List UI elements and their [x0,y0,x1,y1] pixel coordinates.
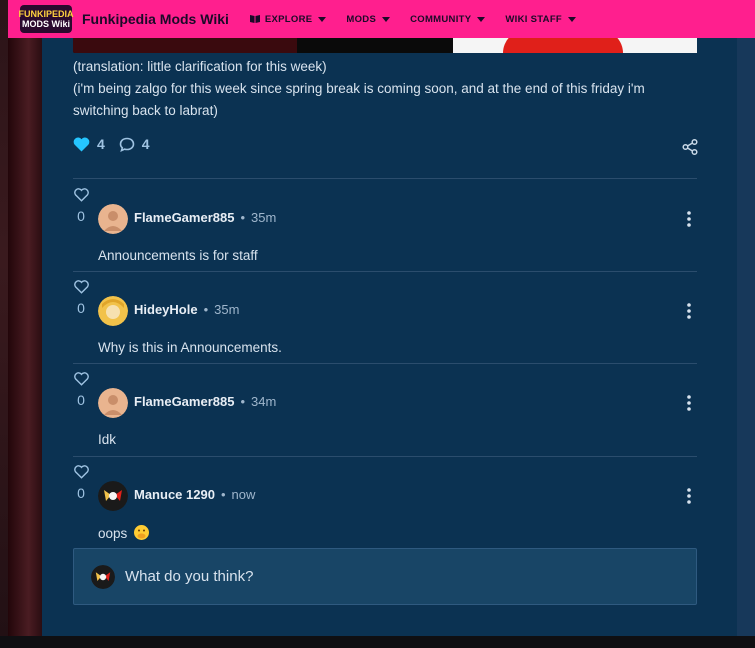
logo-line-1: FUNKIPEDIA [18,9,74,19]
nav-wiki-staff-label: WIKI STAFF [505,13,563,25]
reply-input[interactable]: What do you think? [73,548,697,605]
avatar[interactable] [98,481,128,511]
heart-filled-icon [73,137,90,151]
comment-author[interactable]: HideyHole [134,302,198,317]
post-text-line-2: (i'm being zalgo for this week since spr… [73,81,645,118]
post-like-button[interactable]: 4 [73,136,105,152]
nav-wiki-staff[interactable]: WIKI STAFF [505,13,577,25]
chevron-down-icon [318,16,327,22]
more-options-icon[interactable] [684,394,694,412]
background-left-art [0,0,42,648]
comment-like-count: 0 [77,300,85,316]
logo-line-2: MODS Wiki [22,19,70,29]
comment-author[interactable]: Manuce 1290 [134,487,215,502]
post-like-count: 4 [97,136,105,152]
chevron-down-icon [477,16,486,22]
heart-outline-icon [73,465,89,479]
heart-outline-icon [73,372,89,386]
comment-meta: FlameGamer885 • 34m [134,394,276,409]
more-options-icon[interactable] [684,487,694,505]
comment-meta: HideyHole • 35m [134,302,239,317]
comment-item: 0 Manuce 1290 • now oops [73,465,697,545]
comment-meta: Manuce 1290 • now [134,487,255,502]
comment-like-button[interactable]: 0 [73,372,89,408]
nav-community[interactable]: COMMUNITY [410,13,486,25]
comment-like-count: 0 [77,208,85,224]
comment-like-button[interactable]: 0 [73,465,89,501]
avatar [91,565,115,589]
post-actions: 4 4 [73,136,150,152]
comment-time[interactable]: 34m [251,394,276,409]
nav-explore[interactable]: EXPLORE [249,14,327,25]
divider [73,271,697,272]
more-options-icon[interactable] [684,210,694,228]
comment-like-button[interactable]: 0 [73,280,89,316]
comment-like-button[interactable]: 0 [73,188,89,224]
wiki-logo[interactable]: FUNKIPEDIA MODS Wiki [18,5,74,33]
reply-placeholder: What do you think? [125,568,254,585]
comment-text: Idk [98,432,117,447]
share-icon[interactable] [681,138,699,156]
face-with-hand-over-mouth-icon [134,525,150,540]
comment-meta: FlameGamer885 • 35m [134,210,276,225]
comment-text: oops [98,526,128,541]
comment-item: 0 FlameGamer885 • 34m Idk [73,372,697,454]
chevron-down-icon [382,16,391,22]
book-icon [249,15,260,23]
comment-like-count: 0 [77,392,85,408]
post-reply-count[interactable]: 4 [119,136,150,152]
chevron-down-icon [568,16,577,22]
wiki-title[interactable]: Funkipedia Mods Wiki [82,11,229,27]
comment-text-container: oops [98,525,150,541]
comment-time[interactable]: 35m [251,210,276,225]
separator-dot: • [220,487,226,502]
nav-community-label: COMMUNITY [410,13,472,25]
more-options-icon[interactable] [684,302,694,320]
post-reply-count-value: 4 [141,136,150,152]
comment-time[interactable]: 35m [214,302,239,317]
divider [73,363,697,364]
comment-author[interactable]: FlameGamer885 [134,210,234,225]
comment-author[interactable]: FlameGamer885 [134,394,234,409]
comment-text: Announcements is for staff [98,248,258,263]
separator-dot: • [240,394,246,409]
nav-mods-label: MODS [346,13,377,25]
avatar[interactable] [98,388,128,418]
nav-explore-label: EXPLORE [264,13,313,25]
nav-mods[interactable]: MODS [346,13,391,25]
background-bottom-edge [0,636,755,648]
divider [73,178,697,179]
separator-dot: • [240,210,246,225]
comment-bubble-icon [119,137,135,152]
avatar[interactable] [98,296,128,326]
avatar[interactable] [98,204,128,234]
comment-item: 0 FlameGamer885 • 35m Announcements is f… [73,188,697,270]
comment-item: 0 HideyHole • 35m Why is this in Announc… [73,280,697,362]
divider [73,456,697,457]
comment-text: Why is this in Announcements. [98,340,282,355]
post-text-line-1: (translation: little clarification for t… [73,59,327,74]
comment-like-count: 0 [77,485,85,501]
separator-dot: • [203,302,209,317]
comment-time[interactable]: now [232,487,256,502]
background-right-edge [737,0,755,636]
top-navigation: FUNKIPEDIA MODS Wiki Funkipedia Mods Wik… [8,0,755,38]
heart-outline-icon [73,280,89,294]
heart-outline-icon [73,188,89,202]
